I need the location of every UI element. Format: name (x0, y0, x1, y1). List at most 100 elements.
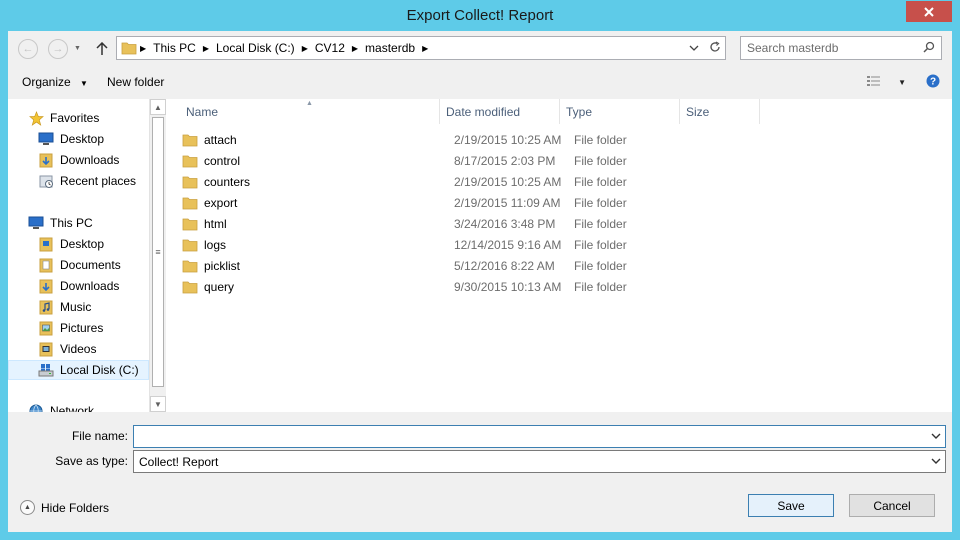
file-name: control (204, 153, 241, 168)
folder-icon (121, 42, 137, 55)
recent-locations-chevron-icon[interactable]: ▼ (74, 45, 81, 52)
search-box[interactable] (740, 36, 942, 60)
file-name: export (204, 195, 238, 210)
file-name-cell: export (182, 192, 237, 213)
refresh-icon[interactable] (709, 40, 721, 56)
file-name-field[interactable] (134, 426, 924, 447)
up-button[interactable] (94, 39, 110, 59)
svg-text:?: ? (930, 77, 936, 88)
command-bar: Organize ▼ New folder ▼ ? (8, 67, 952, 99)
breadcrumb-separator-icon[interactable]: ▶ (200, 44, 212, 53)
breadcrumb-cv12[interactable]: CV12 (311, 41, 349, 55)
pictures-folder-icon (38, 320, 54, 336)
title-bar: Export Collect! Report (0, 0, 960, 31)
history-dropdown-chevron-icon[interactable] (689, 41, 699, 55)
breadcrumb-local-disk[interactable]: Local Disk (C:) (212, 41, 299, 55)
breadcrumb-separator-icon[interactable]: ▶ (419, 44, 431, 53)
chevron-down-icon[interactable] (931, 431, 941, 441)
hide-folders-toggle[interactable]: ▲ Hide Folders (20, 500, 109, 515)
file-date: 8/17/2015 2:03 PM (454, 153, 556, 168)
file-row[interactable]: html 3/24/2016 3:48 PM File folder (182, 213, 760, 234)
column-date-modified[interactable]: Date modified (440, 99, 560, 124)
save-form: File name: Save as type: Collect! Report… (8, 412, 952, 532)
file-row[interactable]: query 9/30/2015 10:13 AM File folder (182, 276, 760, 297)
file-name: query (204, 279, 235, 294)
nav-pane-scrollbar[interactable]: ▲ ≡ ▼ (149, 99, 166, 412)
organize-menu[interactable]: Organize ▼ (22, 75, 88, 89)
breadcrumb-separator-icon[interactable]: ▶ (299, 44, 311, 53)
view-details-icon[interactable] (866, 75, 882, 90)
folder-icon (182, 174, 198, 190)
nav-this-pc-downloads[interactable]: Downloads (8, 276, 149, 296)
nav-favorites-desktop[interactable]: Desktop (8, 129, 149, 149)
nav-favorites-downloads[interactable]: Downloads (8, 150, 149, 170)
scroll-up-arrow-icon[interactable]: ▲ (150, 99, 166, 115)
file-date: 3/24/2016 3:48 PM (454, 216, 556, 231)
column-name[interactable]: Name (180, 99, 440, 124)
chevron-down-icon[interactable] (931, 456, 941, 466)
nav-item-label: Recent places (60, 174, 137, 188)
file-name-cell: html (182, 213, 227, 234)
folder-icon (182, 237, 198, 253)
file-name: counters (204, 174, 251, 189)
nav-this-pc-desktop[interactable]: Desktop (8, 234, 149, 254)
view-options-chevron-icon[interactable]: ▼ (898, 78, 906, 87)
address-actions (689, 37, 721, 59)
desktop-folder-icon (38, 236, 54, 252)
nav-network[interactable]: Network (8, 401, 149, 412)
save-button[interactable]: Save (748, 494, 834, 517)
computer-icon (28, 215, 44, 231)
nav-item-label: Downloads (60, 153, 120, 167)
nav-favorites[interactable]: Favorites (8, 108, 149, 128)
file-row[interactable]: control 8/17/2015 2:03 PM File folder (182, 150, 760, 171)
nav-this-pc-videos[interactable]: Videos (8, 339, 149, 359)
file-row[interactable]: picklist 5/12/2016 8:22 AM File folder (182, 255, 760, 276)
file-row[interactable]: attach 2/19/2015 10:25 AM File folder (182, 129, 760, 150)
file-name-combobox[interactable] (133, 425, 946, 448)
scroll-down-arrow-icon[interactable]: ▼ (150, 396, 166, 412)
file-name: picklist (204, 258, 241, 273)
breadcrumb: ▶ This PC ▶ Local Disk (C:) ▶ CV12 ▶ mas… (121, 37, 431, 59)
back-button[interactable]: ← (18, 39, 38, 59)
file-name: logs (204, 237, 227, 252)
forward-button[interactable]: → (48, 39, 68, 59)
breadcrumb-separator-icon[interactable]: ▶ (137, 44, 149, 53)
file-row[interactable]: logs 12/14/2015 9:16 AM File folder (182, 234, 760, 255)
nav-this-pc-documents[interactable]: Documents (8, 255, 149, 275)
breadcrumb-masterdb[interactable]: masterdb (361, 41, 419, 55)
dialog-client: ← → ▼ ▶ This PC ▶ Local Disk (C:) ▶ CV12… (8, 31, 952, 532)
cancel-button[interactable]: Cancel (849, 494, 935, 517)
breadcrumb-this-pc[interactable]: This PC (149, 41, 200, 55)
nav-favorites-label: Favorites (50, 111, 100, 125)
file-row[interactable]: counters 2/19/2015 10:25 AM File folder (182, 171, 760, 192)
back-arrow-icon: ← (22, 43, 34, 55)
address-bar[interactable]: ▶ This PC ▶ Local Disk (C:) ▶ CV12 ▶ mas… (116, 36, 726, 60)
recent-places-icon (38, 173, 54, 189)
scrollbar-thumb[interactable]: ≡ (152, 117, 164, 387)
nav-this-pc-music[interactable]: Music (8, 297, 149, 317)
close-button[interactable] (906, 1, 952, 22)
folder-icon (182, 153, 198, 169)
file-date: 12/14/2015 9:16 AM (454, 237, 562, 252)
nav-this-pc-pictures[interactable]: Pictures (8, 318, 149, 338)
column-size[interactable]: Size (680, 99, 760, 124)
nav-favorites-recent-places[interactable]: Recent places (8, 171, 149, 191)
nav-this-pc-local-disk[interactable]: Local Disk (C:) (8, 360, 149, 380)
address-row: ← → ▼ ▶ This PC ▶ Local Disk (C:) ▶ CV12… (8, 31, 952, 67)
search-icon[interactable] (923, 41, 935, 56)
breadcrumb-separator-icon[interactable]: ▶ (349, 44, 361, 53)
save-as-type-select[interactable]: Collect! Report (133, 450, 946, 473)
folder-icon (182, 279, 198, 295)
help-icon[interactable]: ? (926, 74, 940, 91)
save-as-type-label: Save as type: (55, 454, 128, 468)
nav-item-label: Desktop (60, 132, 105, 146)
column-type[interactable]: Type (560, 99, 680, 124)
search-input[interactable] (741, 37, 916, 59)
music-folder-icon (38, 299, 54, 315)
file-row[interactable]: export 2/19/2015 11:09 AM File folder (182, 192, 760, 213)
file-type: File folder (574, 216, 627, 231)
nav-item-label: Downloads (60, 279, 120, 293)
nav-this-pc[interactable]: This PC (8, 213, 149, 233)
new-folder-button[interactable]: New folder (107, 75, 164, 89)
file-type: File folder (574, 153, 627, 168)
